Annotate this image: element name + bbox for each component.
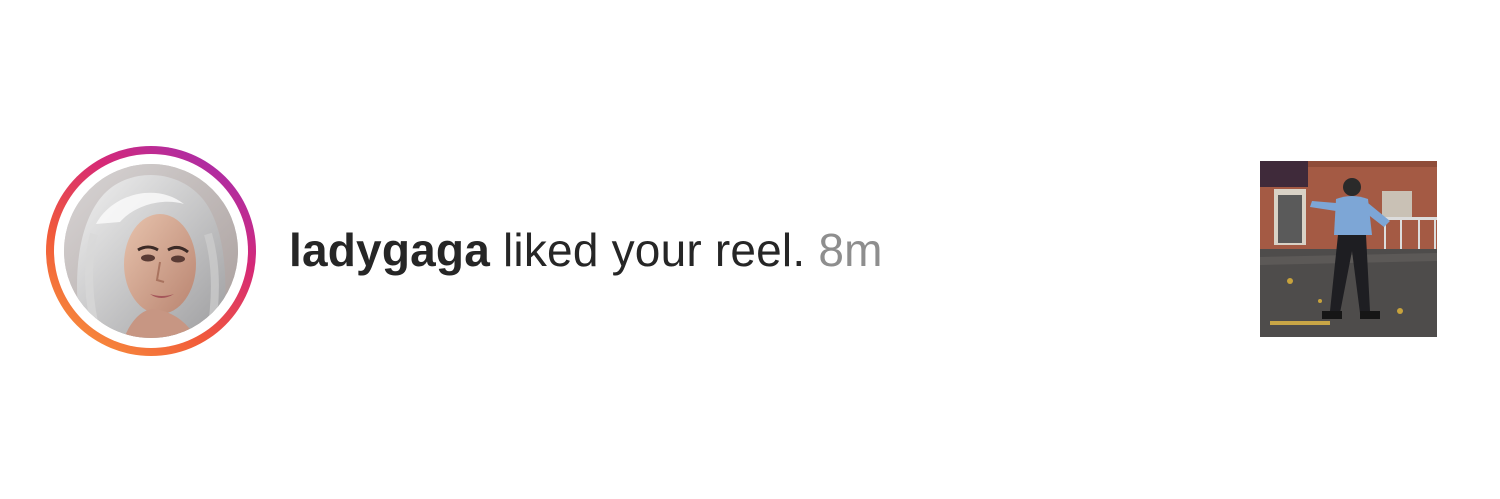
notification-text: ladygaga liked your reel. 8m: [289, 220, 883, 280]
avatar-frame: [54, 154, 248, 348]
notification-row[interactable]: ladygaga liked your reel. 8m: [0, 0, 1500, 499]
avatar[interactable]: [64, 164, 238, 338]
avatar-portrait-image: [64, 164, 238, 338]
notification-action-text: liked your reel.: [490, 224, 806, 276]
reel-thumbnail-image: [1260, 161, 1437, 337]
username-link[interactable]: ladygaga: [289, 224, 490, 276]
story-ring[interactable]: [46, 146, 256, 356]
notification-timestamp: 8m: [805, 224, 883, 276]
reel-thumbnail[interactable]: [1260, 161, 1437, 337]
